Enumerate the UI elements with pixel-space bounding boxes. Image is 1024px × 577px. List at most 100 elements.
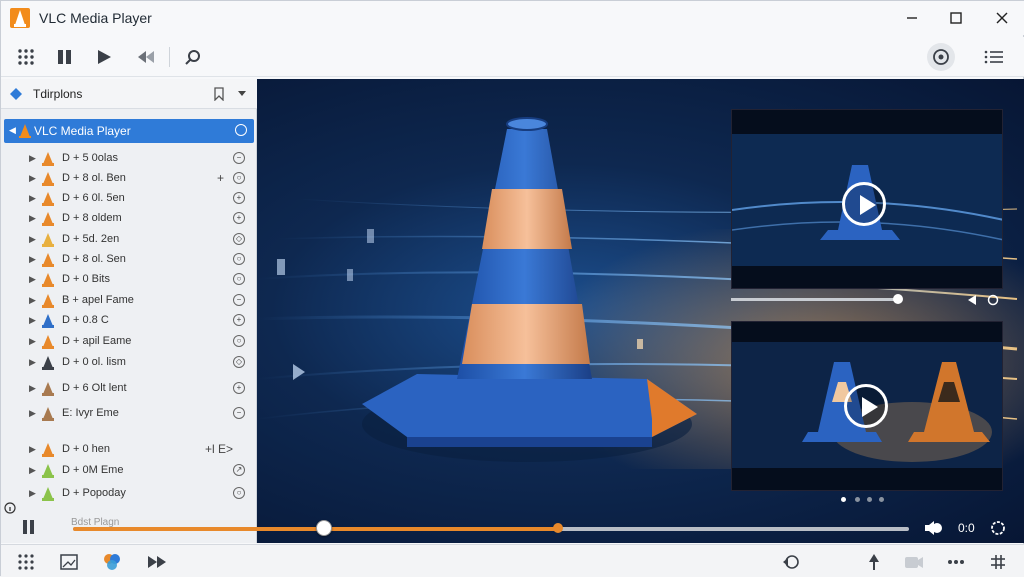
item-options-icon[interactable]: ○ xyxy=(233,172,245,184)
picture-button[interactable] xyxy=(56,549,82,575)
carousel-dot-3[interactable] xyxy=(867,497,872,502)
thumbnail-1[interactable] xyxy=(731,109,1003,289)
expand-arrow-icon[interactable]: ▶ xyxy=(29,234,36,245)
expand-arrow-icon[interactable]: ▶ xyxy=(29,193,36,204)
expand-arrow-icon[interactable]: ▶ xyxy=(29,444,36,455)
sidebar-item[interactable]: ▶ D + 8 ol. Sen ○ xyxy=(1,250,257,270)
expand-arrow-icon[interactable]: ▶ xyxy=(29,173,36,184)
vlc-cone-icon xyxy=(42,212,54,226)
expand-arrow-icon[interactable]: ▶ xyxy=(29,213,36,224)
seek-bar-knob[interactable] xyxy=(315,520,332,536)
expand-arrow-icon[interactable]: ▶ xyxy=(29,315,36,326)
item-options-icon[interactable]: − xyxy=(233,152,245,164)
item-options-icon[interactable]: + xyxy=(233,382,245,394)
sidebar-item[interactable]: ▶ D + Popoday ○ xyxy=(1,484,257,504)
sidebar-item[interactable]: ▶ D + 6 Olt lent + xyxy=(1,379,257,399)
sidebar-item[interactable]: ▶ D + 8 ol. Ben + ○ xyxy=(1,169,257,189)
expand-arrow-icon[interactable]: ◀ xyxy=(9,125,16,136)
maximize-button[interactable] xyxy=(941,5,971,31)
expand-arrow-icon[interactable]: ▶ xyxy=(29,488,36,499)
sidebar-item-vlc-media-player[interactable]: ◀ VLC Media Player xyxy=(4,119,254,143)
sidebar-item[interactable]: ▶ D + 8 oldem + xyxy=(1,209,257,229)
pause-button[interactable] xyxy=(51,43,79,71)
item-options-icon[interactable]: ◇ xyxy=(233,356,245,368)
item-options-icon[interactable]: − xyxy=(233,294,245,306)
thumbnail-2-play-icon[interactable] xyxy=(844,384,888,428)
item-options-icon[interactable]: + xyxy=(233,212,245,224)
apps-button[interactable] xyxy=(13,549,39,575)
sidebar-item[interactable]: ▶ D + apil Eame ○ xyxy=(1,332,257,352)
video-canvas[interactable] xyxy=(257,79,1024,543)
grid-button[interactable] xyxy=(12,43,40,71)
sidebar-item-extra[interactable]: + xyxy=(217,171,224,185)
fast-forward-button[interactable] xyxy=(144,549,170,575)
expand-arrow-icon[interactable]: ▶ xyxy=(29,254,36,265)
sidebar-item[interactable]: ▶ D + 0 ol. lism ◇ xyxy=(1,353,257,373)
carousel-dot-1[interactable] xyxy=(841,497,846,502)
seek-bar[interactable] xyxy=(73,520,909,536)
sidebar-item[interactable]: ▶ D + 5 0olas − xyxy=(1,149,257,169)
bookmark-icon[interactable] xyxy=(213,87,225,101)
volume-icon[interactable] xyxy=(923,519,943,537)
expand-arrow-icon[interactable]: ▶ xyxy=(29,153,36,164)
close-button[interactable] xyxy=(987,5,1017,31)
item-options-icon[interactable]: + xyxy=(233,314,245,326)
search-button[interactable] xyxy=(179,43,207,71)
sidebar-item[interactable]: ▶ D + 0.8 C + xyxy=(1,311,257,331)
expand-arrow-icon[interactable]: ▶ xyxy=(29,383,36,394)
equalizer-icon xyxy=(991,555,1005,569)
sidebar-item-label: D + Popoday xyxy=(62,487,126,499)
pause-icon xyxy=(58,50,71,64)
sidebar-item[interactable]: ▶ E: Ivyr Eme − xyxy=(1,404,257,424)
expand-arrow-icon[interactable]: ▶ xyxy=(29,274,36,285)
item-options-icon[interactable]: + xyxy=(233,192,245,204)
expand-arrow-icon[interactable]: ▶ xyxy=(29,465,36,476)
record-button[interactable] xyxy=(901,549,927,575)
carousel-dot-2[interactable] xyxy=(855,497,860,502)
sidebar-item[interactable]: ▶ B + apel Fame − xyxy=(1,291,257,311)
thumbnail-1-progress[interactable] xyxy=(731,294,903,304)
carousel-dot-4[interactable] xyxy=(879,497,884,502)
sidebar-item[interactable]: ▶ D + 6 0l. 5en + xyxy=(1,189,257,209)
sidebar-item-label: D + 0.8 C xyxy=(62,314,109,326)
more-button[interactable] xyxy=(943,549,969,575)
item-options-icon[interactable]: ◇ xyxy=(233,233,245,245)
settings-gear-icon[interactable] xyxy=(990,520,1006,536)
sidebar-item-label: D + 8 ol. Ben xyxy=(62,172,126,184)
thumbnail-1-play-icon[interactable] xyxy=(842,182,886,226)
play-button[interactable] xyxy=(90,43,118,71)
sidebar-item-extra[interactable]: +l E> xyxy=(205,442,233,456)
effects-button[interactable] xyxy=(99,549,125,575)
item-options-icon[interactable]: ○ xyxy=(233,487,245,499)
item-options-icon[interactable]: ○ xyxy=(233,253,245,265)
item-options-icon[interactable]: − xyxy=(233,407,245,419)
equalizer-button[interactable] xyxy=(985,549,1011,575)
window-title: VLC Media Player xyxy=(39,10,152,26)
loop-button[interactable] xyxy=(778,549,804,575)
expand-arrow-icon[interactable]: ▶ xyxy=(29,336,36,347)
sidebar-item[interactable]: ▶ D + 0 Bits ○ xyxy=(1,270,257,290)
replay-icon[interactable] xyxy=(987,294,999,306)
pin-button[interactable] xyxy=(861,549,887,575)
expand-arrow-icon[interactable]: ▶ xyxy=(29,408,36,419)
skip-back-button[interactable] xyxy=(132,43,160,71)
network-button[interactable] xyxy=(927,43,955,71)
sidebar-item[interactable]: ▶ D + 5d. 2en ◇ xyxy=(1,230,257,250)
chevron-down-icon[interactable] xyxy=(237,90,247,98)
settings-icon[interactable] xyxy=(235,124,247,136)
volume-down-icon[interactable] xyxy=(965,294,977,306)
thumbnail-1-progress-knob[interactable] xyxy=(893,294,903,304)
thumbnail-2[interactable] xyxy=(731,321,1003,491)
vlc-cone-icon xyxy=(42,294,54,308)
minimize-button[interactable] xyxy=(897,5,927,31)
item-options-icon[interactable]: ○ xyxy=(233,335,245,347)
expand-arrow-icon[interactable]: ▶ xyxy=(29,295,36,306)
item-options-icon[interactable]: ↗ xyxy=(233,464,245,476)
menu-button[interactable] xyxy=(980,43,1008,71)
menu-icon xyxy=(984,50,1003,64)
item-options-icon[interactable]: ○ xyxy=(233,273,245,285)
sidebar-item[interactable]: ▶ D + 0 hen +l E> xyxy=(1,440,257,460)
sidebar-item-label: D + 8 oldem xyxy=(62,212,122,224)
sidebar-item[interactable]: ▶ D + 0M Eme ↗ xyxy=(1,461,257,481)
expand-arrow-icon[interactable]: ▶ xyxy=(29,357,36,368)
